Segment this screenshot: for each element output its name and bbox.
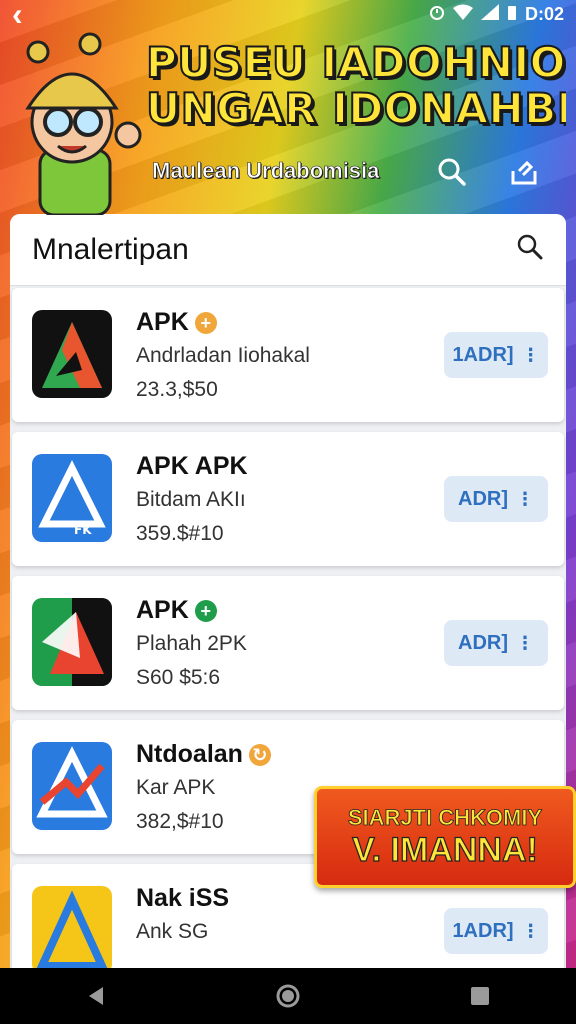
recents-icon[interactable] [460, 976, 500, 1016]
mascot-illustration [10, 30, 145, 217]
list-item[interactable]: APK + Plahah 2PK S60 $5:6 ADR] ⋮ [12, 576, 564, 710]
app-name: Nak iSS [136, 884, 230, 912]
battery-icon [507, 4, 517, 25]
list-item[interactable]: FK APK APK Bitdam AKIı 359.$#10 ADR] ⋮ [12, 432, 564, 566]
clock-time: D:02 [524, 3, 564, 24]
add-button[interactable]: ADR] ⋮ [444, 476, 548, 522]
svg-text:FK: FK [74, 523, 92, 537]
status-bar: ‹ D:02 [0, 0, 576, 30]
app-description: Kar APK [136, 776, 216, 799]
hero-subtitle: Maulean Urdabomisia [152, 158, 380, 184]
more-dots-icon[interactable]: ⋮ [522, 346, 540, 364]
refresh-badge-icon: ↻ [248, 743, 271, 766]
more-dots-icon[interactable]: ⋮ [516, 490, 534, 508]
hero-title: PUSEU IADOHNIOM UNGAR IDONAHBIA [146, 40, 566, 132]
signal-icon [480, 3, 499, 25]
app-icon [32, 310, 112, 398]
more-dots-icon[interactable]: ⋮ [522, 922, 540, 940]
app-name: APK + [136, 596, 217, 625]
back-icon[interactable] [76, 976, 116, 1016]
promo-line1: SIARJTI CHKOMIY [347, 804, 543, 830]
more-dots-icon[interactable]: ⋮ [516, 634, 534, 652]
search-icon[interactable] [432, 152, 472, 192]
plus-badge-icon: + [194, 599, 217, 622]
app-icon [32, 886, 112, 968]
promo-line2: V. IMANNA! [352, 830, 539, 869]
app-name: APK + [136, 308, 217, 337]
app-description: Andrladan Iiohakal [136, 344, 310, 367]
search-bar[interactable]: Mnalertipan [10, 214, 566, 286]
search-icon[interactable] [516, 233, 544, 266]
add-button[interactable]: 1ADR] ⋮ [444, 332, 548, 378]
app-name: Ntdoalan ↻ [136, 740, 271, 769]
app-name: APK APK [136, 452, 248, 480]
app-price: S60 $5:6 [136, 666, 221, 689]
app-description: Ank SG [136, 920, 209, 943]
plus-badge-icon: + [194, 311, 217, 334]
add-button[interactable]: 1ADR] ⋮ [444, 908, 548, 954]
system-nav-bar [0, 968, 576, 1024]
app-description: Plahah 2PK [136, 632, 247, 655]
wifi-icon [452, 4, 473, 25]
promo-banner[interactable]: SIARJTI CHKOMIY V. IMANNA! [314, 786, 576, 888]
app-icon [32, 742, 112, 830]
hero-title-line1: PUSEU IADOHNIOM [146, 40, 566, 86]
app-icon: FK [32, 454, 112, 542]
app-price: 23.3,$50 [136, 378, 218, 401]
home-icon[interactable] [268, 976, 308, 1016]
app-price: 382,$#10 [136, 810, 224, 833]
share-icon[interactable] [504, 152, 544, 192]
list-item[interactable]: APK + Andrladan Iiohakal 23.3,$50 1ADR] ⋮ [12, 288, 564, 422]
app-price: 359.$#10 [136, 522, 224, 545]
app-icon [32, 598, 112, 686]
add-button[interactable]: ADR] ⋮ [444, 620, 548, 666]
app-description: Bitdam AKIı [136, 488, 246, 511]
hero-title-line2: UNGAR IDONAHBIA [146, 86, 566, 132]
back-arrow-icon[interactable]: ‹ [12, 0, 23, 30]
alarm-icon [429, 4, 445, 25]
search-title: Mnalertipan [32, 232, 189, 266]
